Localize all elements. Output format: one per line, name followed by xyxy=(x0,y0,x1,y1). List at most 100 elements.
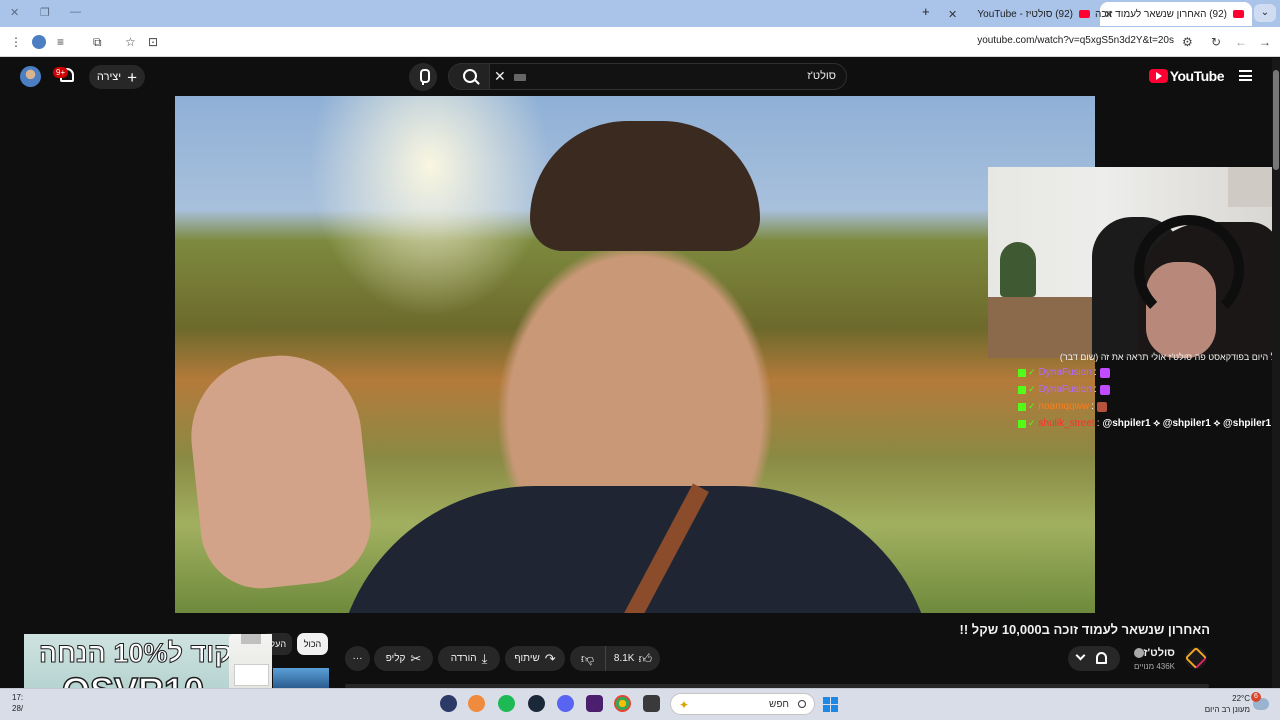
clock-time: 17: xyxy=(12,693,24,702)
steam-app-icon[interactable] xyxy=(528,695,545,712)
chat-username: DynaFusion xyxy=(1038,384,1092,395)
emote-icon xyxy=(1096,401,1107,412)
subscriber-count: 436K מנויים xyxy=(1133,662,1175,671)
clip-button[interactable]: ✂ קליפ xyxy=(374,646,433,671)
chat-colon: : xyxy=(1091,401,1094,412)
taskbar-clock[interactable]: 17: 28/ xyxy=(12,692,23,714)
weather-description: מעונן רב היום xyxy=(1204,705,1250,714)
youtube-logo[interactable]: YouTube xyxy=(1148,68,1225,84)
youtube-favicon-icon xyxy=(1079,10,1090,18)
dislike-button[interactable]: 👎︎ xyxy=(570,646,605,671)
weather-badge: 6 xyxy=(1251,692,1261,702)
chat-username: DynaFusion xyxy=(1038,367,1092,378)
weather-widget[interactable]: 22°C מעונן רב היום xyxy=(1205,693,1250,715)
headphones-icon xyxy=(1134,215,1244,325)
more-actions-button[interactable]: ··· xyxy=(345,646,370,671)
weather-temperature: 22°C xyxy=(1232,694,1250,703)
youtube-header: YouTube סולט'ז ✕ xyxy=(0,58,1280,96)
discord-app-icon[interactable] xyxy=(557,695,574,712)
kick-badge-icon xyxy=(1018,419,1026,428)
stream-chat-overlay: כל היום בפודקאסט פה סולט'ז אולי תראה את … xyxy=(1018,350,1280,432)
bookmark-star-icon[interactable]: ☆ xyxy=(125,35,136,49)
windows-taskbar: 22°C מעונן רב היום xyxy=(0,688,1280,720)
url-field[interactable]: youtube.com/watch?v=q5xgS5n3d2Y&t=20s xyxy=(977,35,1174,46)
extensions-puzzle-icon[interactable]: ⧉ xyxy=(93,35,102,50)
like-button[interactable]: 8.1K 👍︎ xyxy=(605,646,660,671)
close-tab-icon[interactable]: ✕ xyxy=(948,8,957,21)
back-arrow-icon[interactable]: → xyxy=(1259,35,1271,49)
bottle-label xyxy=(234,664,269,686)
profile-avatar-icon[interactable] xyxy=(32,35,46,49)
share-button[interactable]: ↷ שיתוף xyxy=(505,646,565,671)
search-input[interactable]: סולט'ז ✕ xyxy=(489,63,847,90)
hamburger-menu-icon[interactable] xyxy=(1239,70,1252,81)
create-button[interactable]: + יצירה xyxy=(89,65,145,89)
check-badge-icon: ✓ xyxy=(1028,418,1036,428)
obs-app-icon[interactable] xyxy=(440,695,457,712)
recommended-video-thumbnail[interactable] xyxy=(273,668,329,688)
browser-tab-strip: ✕ ❐ — + (92) סולטיז - YouTube ✕ (92) האח… xyxy=(0,0,1280,27)
thumbs-down-icon: 👎︎ xyxy=(580,650,595,666)
verified-check-icon xyxy=(1134,648,1144,658)
page-scrollbar-thumb[interactable] xyxy=(1273,70,1279,170)
emote-icon xyxy=(1099,384,1110,395)
close-window-icon[interactable]: ✕ xyxy=(10,6,19,19)
copilot-sparkle-icon: ✦ xyxy=(679,698,690,712)
paint-app-icon[interactable] xyxy=(468,695,485,712)
chat-message: ✓ shulik_street : @shpiler1 ⟡ @shpiler1 … xyxy=(1018,415,1280,432)
chat-colon: : xyxy=(1093,367,1097,378)
chat-username: noamqqww xyxy=(1038,401,1090,412)
next-app-icon[interactable] xyxy=(586,695,603,712)
subscription-notifications-button[interactable] xyxy=(1068,646,1120,671)
forward-arrow-icon[interactable]: ← xyxy=(1235,35,1247,49)
chat-message-text: @shpiler1 ⟡ @shpiler1 ⟡ @shpiler1 xyxy=(1102,418,1272,429)
create-label: יצירה xyxy=(96,71,122,83)
video-player[interactable] xyxy=(175,96,1095,613)
site-settings-icon[interactable]: ⚙ xyxy=(1182,35,1193,49)
search-icon xyxy=(798,700,806,708)
taskbar-search-input[interactable]: חפש ✦ xyxy=(670,693,815,715)
like-count: 8.1K xyxy=(613,653,635,664)
install-app-icon[interactable]: ⊡ xyxy=(148,35,158,49)
emote-icon xyxy=(1099,367,1110,378)
address-bar: ⋮ ≡ ⧉ ☆ ⊡ youtube.com/watch?v=q5xgS5n3d2… xyxy=(0,27,1280,57)
keyboard-icon[interactable] xyxy=(514,74,526,81)
terminal-app-icon[interactable] xyxy=(643,695,660,712)
chat-colon: : xyxy=(1096,418,1100,429)
close-tab-icon[interactable]: ✕ xyxy=(1104,8,1113,21)
restore-window-icon[interactable]: ❐ xyxy=(40,6,50,19)
taskbar-search-placeholder: חפש xyxy=(769,699,789,710)
reload-icon[interactable]: ↻ xyxy=(1211,35,1221,49)
tab-search-chevron-icon[interactable]: ⌄ xyxy=(1254,4,1276,22)
chip-all[interactable]: הכול xyxy=(297,633,328,655)
kick-badge-icon xyxy=(1018,402,1026,411)
new-tab-button[interactable]: + xyxy=(922,4,930,19)
check-badge-icon: ✓ xyxy=(1028,367,1036,377)
clear-search-icon[interactable]: ✕ xyxy=(494,68,506,85)
download-button[interactable]: ⤓ הורדה xyxy=(438,646,500,671)
chat-message: ✓ noamqqww : xyxy=(1018,398,1280,415)
account-avatar[interactable] xyxy=(20,66,41,87)
chrome-app-icon[interactable] xyxy=(614,695,631,712)
chat-colon: : xyxy=(1093,384,1097,395)
voice-search-mic-icon[interactable] xyxy=(409,63,437,91)
tab-video-active[interactable]: (92) האחרון שנשאר לעמוד זוכה ✕ xyxy=(1095,2,1252,26)
webcam-desk xyxy=(988,297,1108,358)
media-controls-icon[interactable]: ≡ xyxy=(57,35,64,49)
plus-icon: + xyxy=(127,67,138,87)
spotify-app-icon[interactable] xyxy=(498,695,515,712)
channel-avatar[interactable] xyxy=(1185,647,1207,669)
bottle-cap xyxy=(241,634,261,644)
channel-name[interactable]: סולט'ז xyxy=(1144,647,1176,659)
share-arrow-icon: ↷ xyxy=(544,650,556,666)
tab-channel[interactable]: (92) סולטיז - YouTube ✕ xyxy=(948,2,1098,26)
thumbs-up-icon: 👍︎ xyxy=(638,650,653,666)
share-label: שיתוף xyxy=(514,653,540,664)
browser-menu-icon[interactable]: ⋮ xyxy=(10,35,22,49)
youtube-favicon-icon xyxy=(1233,10,1244,18)
windows-start-icon[interactable] xyxy=(823,697,838,712)
search-button[interactable] xyxy=(448,63,490,90)
screen: ✕ ❐ — + (92) סולטיז - YouTube ✕ (92) האח… xyxy=(0,0,1280,720)
minimize-window-icon[interactable]: — xyxy=(70,6,81,18)
clock-date: 28/ xyxy=(12,704,24,713)
